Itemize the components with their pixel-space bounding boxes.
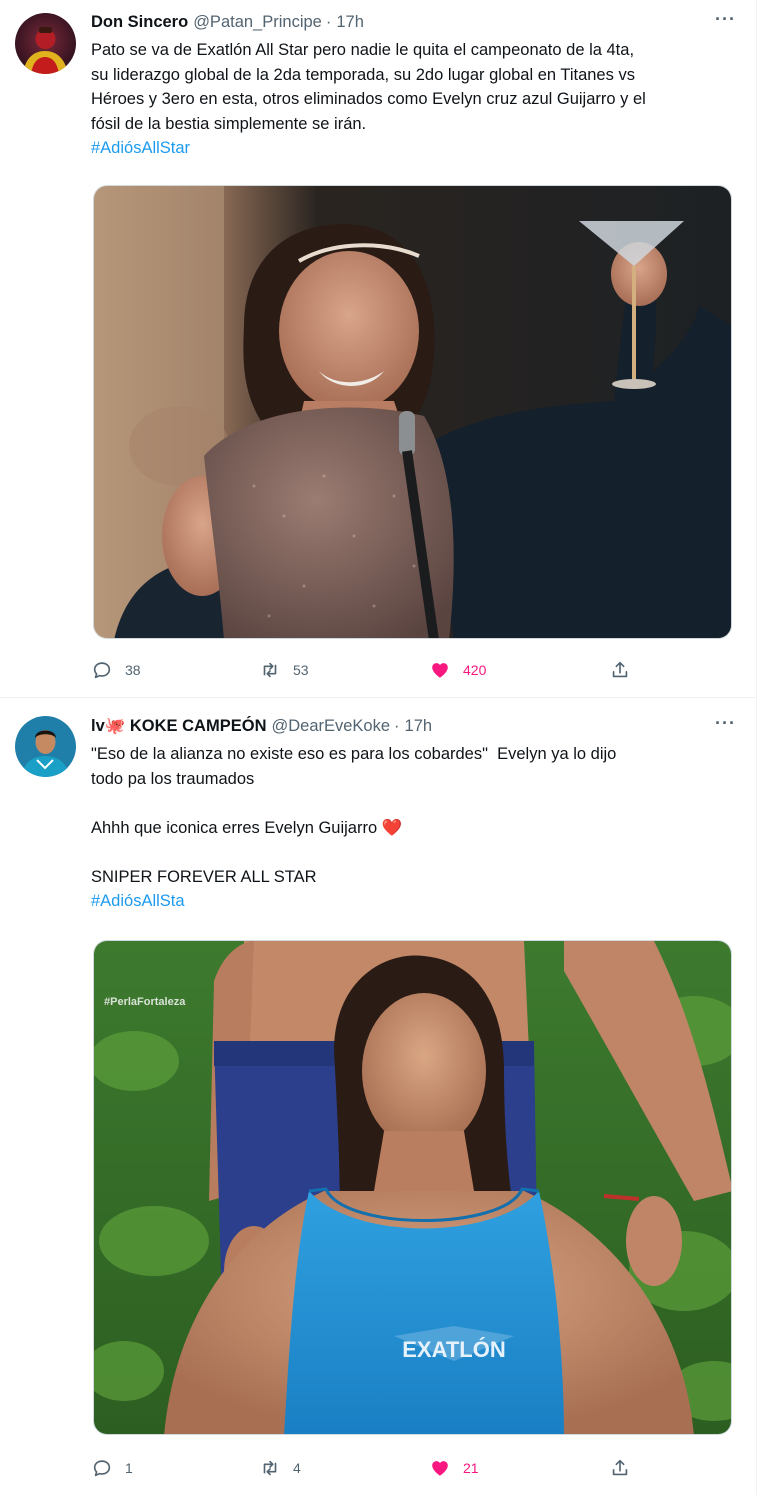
shirt-logo-text: EXATLÓN <box>402 1337 505 1362</box>
retweet-button[interactable]: 4 <box>259 1455 301 1481</box>
avatar-image <box>15 716 76 777</box>
reply-count: 1 <box>125 1460 133 1476</box>
separator-dot: · <box>325 12 332 31</box>
more-icon[interactable]: ··· <box>715 10 736 28</box>
photo-woman-raising-glass <box>94 186 731 638</box>
reply-count: 38 <box>125 662 141 678</box>
like-count: 21 <box>463 1460 479 1476</box>
author-handle[interactable]: @Patan_Principe <box>193 13 322 32</box>
tweet-header: Don Sincero @Patan_Principe · 17h ··· <box>91 10 736 34</box>
like-button[interactable]: 21 <box>429 1455 479 1481</box>
retweet-count: 53 <box>293 662 309 678</box>
avatar-image <box>15 13 76 74</box>
heart-icon <box>432 663 448 678</box>
timeline-right-border <box>756 0 757 1495</box>
retweet-button[interactable]: 53 <box>259 657 309 683</box>
share-button[interactable] <box>609 657 631 683</box>
author-name[interactable]: lv🐙 KOKE CAMPEÓN <box>91 717 266 736</box>
more-icon[interactable]: ··· <box>715 714 736 732</box>
author-handle[interactable]: @DearEveKoke <box>271 717 390 736</box>
tweet-body: Pato se va de Exatlón All Star pero nadi… <box>91 41 646 133</box>
reply-icon <box>93 1460 111 1477</box>
tweet-header: lv🐙 KOKE CAMPEÓN @DearEveKoke · 17h ··· <box>91 714 736 738</box>
retweet-icon <box>263 662 277 678</box>
timestamp[interactable]: 17h <box>336 13 364 32</box>
avatar[interactable] <box>15 13 76 74</box>
like-count: 420 <box>463 662 487 678</box>
retweet-count: 4 <box>293 1460 301 1476</box>
tweet-actions: 38 53 420 <box>91 657 651 683</box>
tweet-text: Pato se va de Exatlón All Star pero nadi… <box>91 38 731 161</box>
photo-watermark: #PerlaFortaleza <box>104 996 186 1008</box>
hashtag-link[interactable]: #AdiósAllStar <box>91 139 190 157</box>
tweet-body: "Eso de la alianza no existe eso es para… <box>91 745 617 886</box>
heart-icon <box>432 1461 448 1476</box>
share-button[interactable] <box>609 1455 631 1481</box>
retweet-icon <box>263 1460 277 1476</box>
hashtag-link[interactable]: #AdiósAllSta <box>91 892 185 910</box>
tweet-photo[interactable]: EXATLÓN #PerlaFortaleza <box>93 940 732 1435</box>
reply-button[interactable]: 38 <box>91 657 141 683</box>
tweet-photo[interactable] <box>93 185 732 639</box>
avatar[interactable] <box>15 716 76 777</box>
share-icon <box>612 1459 628 1476</box>
reply-button[interactable]: 1 <box>91 1455 133 1481</box>
photo-woman-exatlon-top: EXATLÓN #PerlaFortaleza <box>94 941 731 1434</box>
tweet-card[interactable]: lv🐙 KOKE CAMPEÓN @DearEveKoke · 17h ··· … <box>0 699 756 1495</box>
share-icon <box>612 661 628 678</box>
tweet-text: "Eso de la alianza no existe eso es para… <box>91 742 731 914</box>
reply-icon <box>93 662 111 679</box>
separator-dot: · <box>394 716 400 735</box>
timestamp[interactable]: 17h <box>405 717 433 736</box>
author-name[interactable]: Don Sincero <box>91 13 188 32</box>
tweet-actions: 1 4 21 <box>91 1455 651 1481</box>
tweet-card[interactable]: Don Sincero @Patan_Principe · 17h ··· Pa… <box>0 0 756 698</box>
like-button[interactable]: 420 <box>429 657 486 683</box>
